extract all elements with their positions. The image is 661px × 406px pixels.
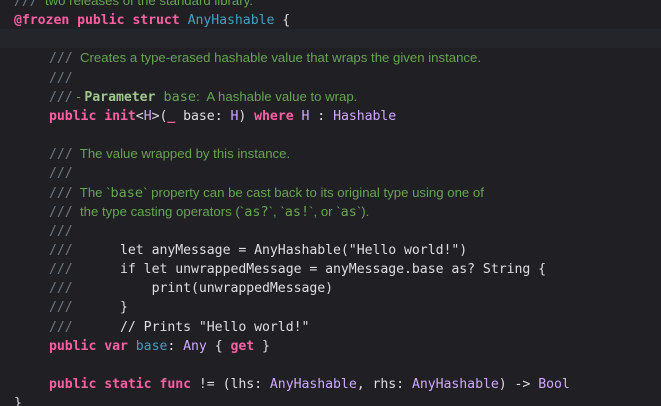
code-token: AnyHashable: [187, 13, 275, 29]
code-token: H: [143, 108, 152, 124]
code-line[interactable]: ///: [49, 163, 73, 182]
code-token: ): [238, 108, 255, 124]
code-token: ///: [49, 147, 73, 163]
code-token: @frozen public struct: [14, 13, 180, 29]
code-line[interactable]: public init<H>(_ base: H) where H : Hash…: [49, 106, 396, 125]
code-line[interactable]: /// print(unwrappedMessage): [49, 278, 333, 297]
code-token: }: [72, 300, 128, 316]
code-token: ///: [49, 51, 73, 67]
code-token: }: [254, 338, 270, 354]
code-token: public var: [49, 338, 128, 354]
code-line[interactable]: /// Creates a type-erased hashable value…: [49, 48, 481, 67]
code-token: `, or `: [309, 203, 341, 219]
code-token: `).: [356, 203, 370, 219]
code-token: ///: [49, 300, 73, 316]
code-token: two releases of the standard library.: [37, 0, 253, 8]
code-line[interactable]: /// the type casting operators (`as?`, `…: [49, 202, 369, 221]
code-line[interactable]: ///: [49, 68, 73, 87]
code-token: if let unwrappedMessage = anyMessage.bas…: [72, 262, 547, 278]
code-token: base: [110, 184, 144, 201]
code-token: base: [135, 338, 168, 354]
code-token: Parameter: [84, 89, 156, 105]
code-token: the type casting operators (`: [72, 203, 245, 219]
code-token: ///: [49, 319, 73, 335]
code-token: as!: [284, 203, 310, 220]
code-token: base:: [175, 108, 231, 124]
code-line[interactable]: [0, 29, 661, 49]
code-token: print(unwrappedMessage): [72, 281, 334, 297]
code-token: Hashable: [333, 108, 397, 124]
code-token: where: [254, 108, 294, 124]
code-token: ///: [49, 281, 73, 297]
code-token: }: [14, 396, 22, 406]
code-token: ///: [49, 242, 73, 258]
code-token: public static func: [49, 377, 192, 392]
code-token: get: [230, 338, 255, 354]
code-token: :: [167, 338, 184, 354]
code-token: ` property can be cast back to its origi…: [143, 184, 484, 200]
code-line[interactable]: /// let anyMessage = AnyHashable("Hello …: [49, 240, 467, 259]
code-token: as: [340, 203, 357, 220]
code-token: , rhs:: [356, 377, 412, 392]
code-token: ///: [49, 166, 73, 182]
code-line[interactable]: public var base: Any { get }: [49, 336, 270, 355]
code-token: ///: [49, 223, 73, 239]
code-line[interactable]: /// }: [49, 297, 128, 316]
code-line[interactable]: public static func != (lhs: AnyHashable,…: [49, 374, 570, 393]
code-token: Any: [183, 338, 207, 354]
code-token: {: [206, 338, 231, 354]
code-token: The `: [72, 184, 111, 200]
code-token: ///: [49, 262, 73, 278]
code-token: -: [72, 88, 85, 104]
code-token: AnyHashable: [411, 377, 499, 392]
code-token: >(: [151, 108, 168, 124]
code-token: ///: [49, 204, 73, 220]
code-token: {: [274, 13, 291, 29]
code-token: The value wrapped by this instance.: [72, 146, 291, 162]
code-token: ///: [49, 89, 73, 105]
code-token: // Prints "Hello world!": [72, 319, 310, 335]
code-line[interactable]: /// two releases of the standard library…: [14, 0, 253, 10]
code-line[interactable]: /// if let unwrappedMessage = anyMessage…: [49, 259, 546, 278]
code-token: ///: [49, 185, 73, 201]
code-editor[interactable]: /// two releases of the standard library…: [0, 0, 661, 406]
code-token: ) ->: [498, 377, 539, 392]
code-token: ///: [49, 70, 73, 86]
code-token: : A hashable value to wrap.: [196, 88, 358, 104]
code-line[interactable]: }: [14, 393, 22, 406]
code-token: Bool: [538, 377, 570, 392]
code-token: ///: [14, 0, 38, 9]
code-token: != (lhs:: [191, 377, 270, 392]
code-line[interactable]: /// // Prints "Hello world!": [49, 317, 309, 336]
code-token: :: [309, 108, 334, 124]
code-token: public init: [49, 108, 136, 124]
code-line[interactable]: /// The value wrapped by this instance.: [49, 144, 290, 163]
code-line[interactable]: ///: [49, 221, 73, 240]
code-token: AnyHashable: [269, 377, 357, 392]
code-token: let anyMessage = AnyHashable("Hello worl…: [72, 242, 468, 258]
code-token: `, `: [268, 203, 285, 219]
code-token: Creates a type-erased hashable value tha…: [72, 50, 481, 66]
code-token: base: [155, 88, 197, 105]
code-line[interactable]: /// The `base` property can be cast back…: [49, 183, 484, 202]
code-token: as?: [244, 203, 269, 220]
code-line[interactable]: /// - Parameter base: A hashable value t…: [49, 87, 357, 106]
code-line[interactable]: @frozen public struct AnyHashable {: [14, 10, 290, 29]
code-token: <: [135, 108, 144, 124]
